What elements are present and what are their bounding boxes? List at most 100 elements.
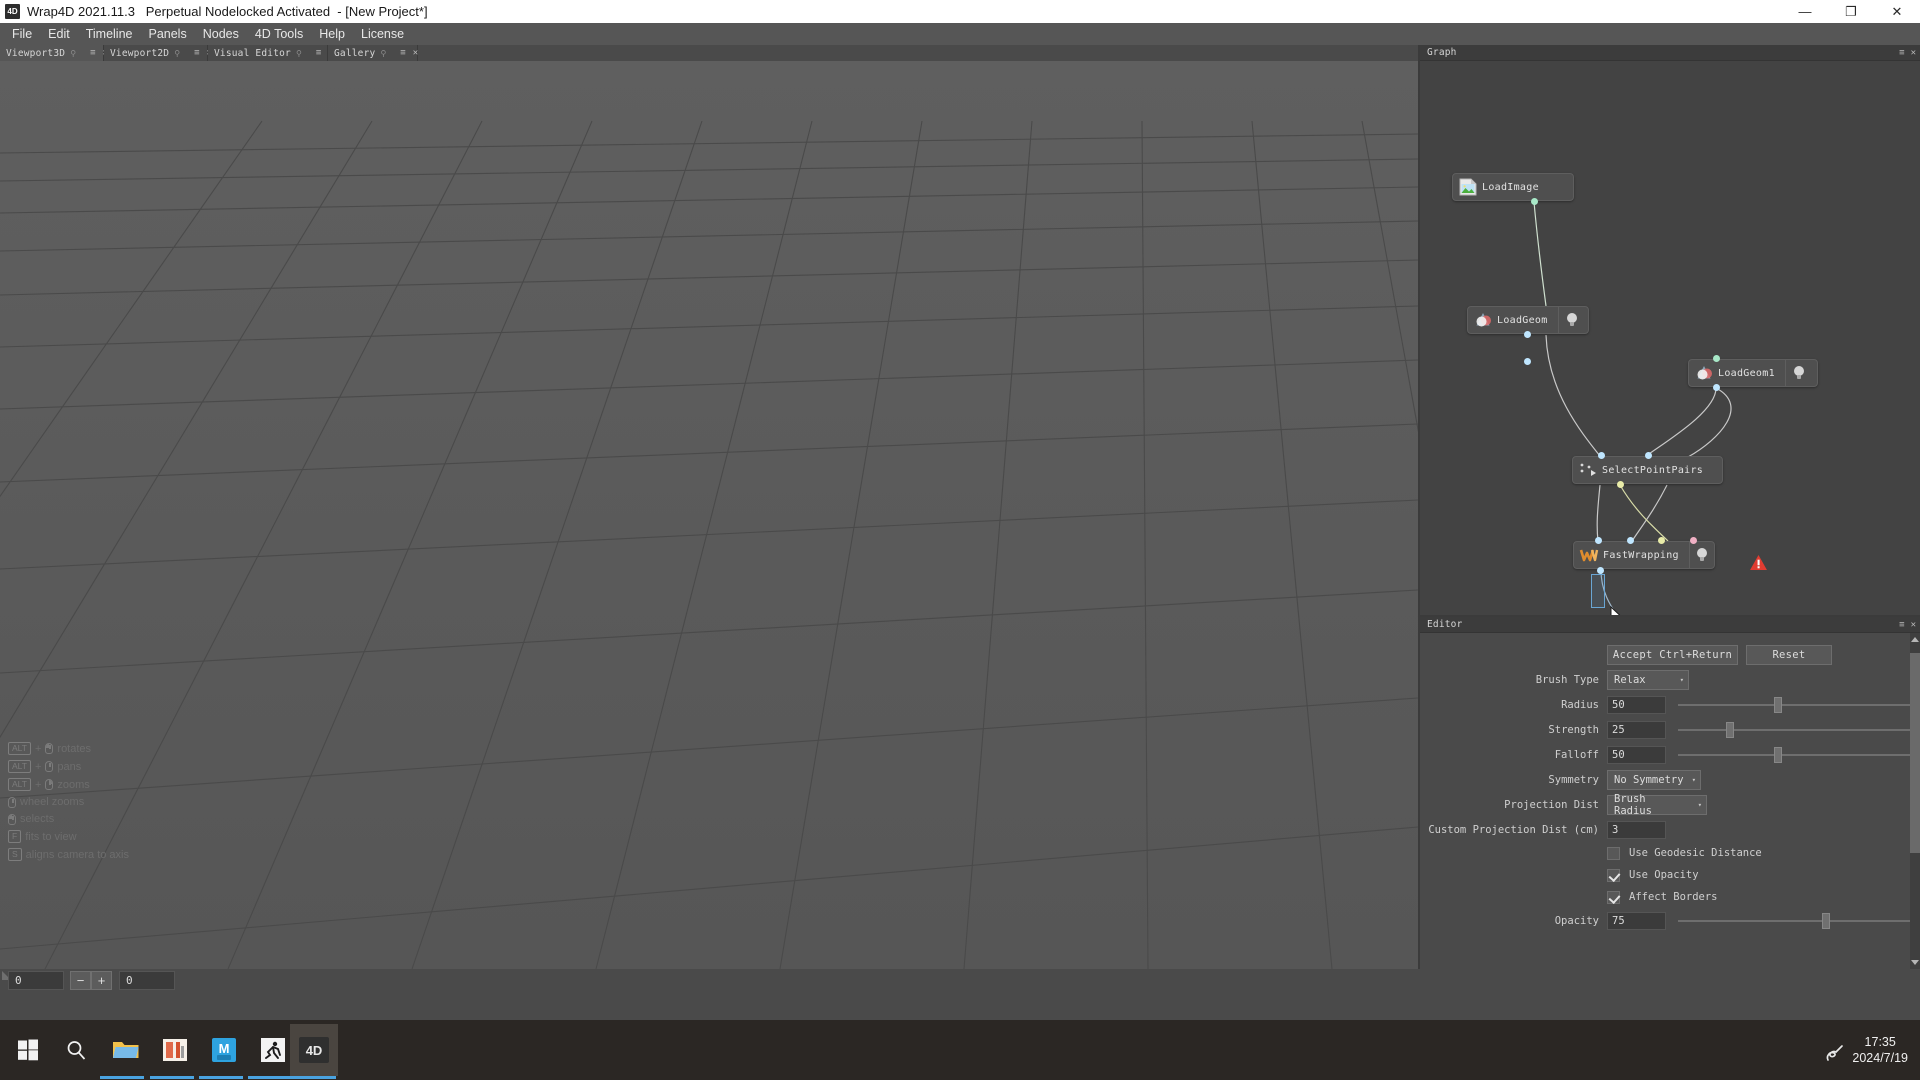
node-port-in[interactable] [1713,355,1720,362]
tab-gallery[interactable]: Gallery ⚲ ≡ ✕ [328,45,418,61]
opacity-slider[interactable] [1678,912,1910,930]
tab-viewport2d[interactable]: Viewport2D ⚲ ≡ ✕ [104,45,212,61]
menu-edit[interactable]: Edit [40,25,78,43]
slider-knob[interactable] [1726,721,1734,738]
tab-menu-icon[interactable]: ≡ [90,48,95,58]
close-button[interactable]: ✕ [1874,0,1920,23]
node-visibility-toggle[interactable] [1690,547,1714,563]
menu-nodes[interactable]: Nodes [195,25,247,43]
menu-file[interactable]: File [4,25,40,43]
taskbar-file-explorer[interactable] [108,1032,144,1068]
reset-button[interactable]: Reset [1746,645,1832,665]
taskbar-runner-app[interactable] [255,1032,291,1068]
graph-node-loadimage[interactable]: LoadImage [1452,173,1574,201]
graph-canvas[interactable]: LoadImage LoadGeom LoadGeom1 SelectPoint… [1420,61,1920,615]
node-port-in[interactable] [1598,452,1605,459]
slider-knob[interactable] [1822,912,1830,929]
pin-icon[interactable]: ⚲ [70,49,76,58]
viewport-grid [0,61,1418,969]
node-port-in[interactable] [1524,331,1531,338]
editor-scrollbar[interactable] [1910,633,1920,969]
maximize-button[interactable]: ❐ [1828,0,1874,23]
node-port-in[interactable] [1627,537,1634,544]
node-port-out[interactable] [1531,198,1538,205]
node-port-out[interactable] [1713,384,1720,391]
accept-button[interactable]: Accept Ctrl+Return [1607,645,1738,665]
taskbar-pinned-app[interactable] [157,1032,193,1068]
timeline-second-input[interactable]: 0 [119,971,175,990]
brush-type-select[interactable]: Relax ▾ [1607,669,1689,690]
menu-panels[interactable]: Panels [140,25,194,43]
editor-close-icon[interactable]: ✕ [1911,620,1916,630]
strength-input[interactable]: 25 [1607,720,1666,739]
affect-borders-checkbox[interactable] [1607,890,1620,904]
graph-close-icon[interactable]: ✕ [1911,48,1916,58]
use-geodesic-checkbox[interactable] [1607,846,1620,860]
clock-time: 17:35 [1864,1035,1896,1049]
node-port-in[interactable] [1690,537,1697,544]
bulb-icon [1566,313,1577,326]
node-port-out[interactable] [1597,567,1604,574]
minimize-button[interactable]: — [1782,0,1828,23]
projection-dist-select[interactable]: Brush Radius ▾ [1607,793,1707,817]
timeline-frame-input[interactable]: 0 [8,971,64,990]
row-projection-dist: Projection Dist Brush Radius ▾ [1420,792,1920,817]
menu-timeline[interactable]: Timeline [78,25,141,43]
opacity-label: Opacity [1554,914,1599,927]
radius-input[interactable]: 50 [1607,695,1666,714]
editor-menu-icon[interactable]: ≡ [1899,620,1904,630]
radius-slider[interactable] [1678,696,1910,714]
node-port-in[interactable] [1658,537,1665,544]
custom-projection-input[interactable]: 3 [1607,820,1666,839]
graph-menu-icon[interactable]: ≡ [1899,48,1904,58]
symmetry-select[interactable]: No Symmetry ▾ [1607,769,1701,790]
pin-icon[interactable]: ⚲ [174,49,180,58]
graph-node-selectpointpairs[interactable]: SelectPointPairs [1572,456,1723,484]
row-falloff: Falloff 50 [1420,742,1920,767]
node-visibility-toggle[interactable] [1559,312,1585,328]
graph-node-loadgeom[interactable]: LoadGeom [1467,306,1589,334]
pin-icon[interactable]: ⚲ [296,49,302,58]
tab-menu-icon[interactable]: ≡ [400,48,405,58]
timeline-increment-button[interactable]: + [91,971,112,990]
use-opacity-checkbox[interactable] [1607,868,1620,882]
pin-icon[interactable]: ⚲ [380,49,386,58]
node-visibility-toggle[interactable] [1786,365,1812,381]
taskbar-clock[interactable]: 17:35 2024/7/19 [1852,1034,1908,1066]
node-port-out[interactable] [1617,481,1624,488]
node-port-in[interactable] [1645,452,1652,459]
tab-close-icon[interactable]: ✕ [413,48,418,58]
strength-slider[interactable] [1678,721,1910,739]
timeline-bar: 0 − + 0 25 0 [0,969,1920,1020]
taskbar-marktext-app[interactable]: M [206,1032,242,1068]
node-port-out[interactable] [1524,358,1531,365]
viewport-3d[interactable]: ALT + rotates ALT + pans ALT + zooms whe… [0,61,1418,969]
folder-icon [113,1042,139,1058]
falloff-slider[interactable] [1678,746,1910,764]
tab-menu-icon[interactable]: ≡ [316,48,321,58]
scroll-down-arrow[interactable] [1911,960,1919,965]
taskbar-start-button[interactable] [10,1032,46,1068]
slider-knob[interactable] [1774,696,1782,713]
taskbar-running-indicator [248,1076,292,1079]
tab-menu-icon[interactable]: ≡ [194,48,199,58]
taskbar-search-button[interactable] [58,1032,94,1068]
opacity-input[interactable]: 75 [1607,911,1666,930]
node-port-in[interactable] [1595,537,1602,544]
menu-help[interactable]: Help [311,25,353,43]
graph-node-fastwrapping[interactable]: FastWrapping [1573,541,1715,569]
scrollbar-thumb[interactable] [1910,653,1920,853]
timeline-decrement-button[interactable]: − [70,971,91,990]
taskbar-wrap4d-app[interactable]: 4D [296,1032,332,1068]
scroll-up-arrow[interactable] [1911,637,1919,642]
menu-license[interactable]: License [353,25,412,43]
tab-viewport3d[interactable]: Viewport3D ⚲ ≡ ✕ [0,45,108,61]
tray-pen-icon[interactable] [1824,1044,1846,1064]
slider-knob[interactable] [1774,746,1782,763]
editor-panel: Editor ≡ ✕ Accept Ctrl+Return Reset Brus… [1420,617,1920,969]
warning-icon[interactable] [1750,555,1767,570]
tab-visual-editor[interactable]: Visual Editor ⚲ ≡ ✕ [208,45,334,61]
falloff-input[interactable]: 50 [1607,745,1666,764]
graph-node-loadgeom1[interactable]: LoadGeom1 [1688,359,1818,387]
menu-4d-tools[interactable]: 4D Tools [247,25,311,43]
